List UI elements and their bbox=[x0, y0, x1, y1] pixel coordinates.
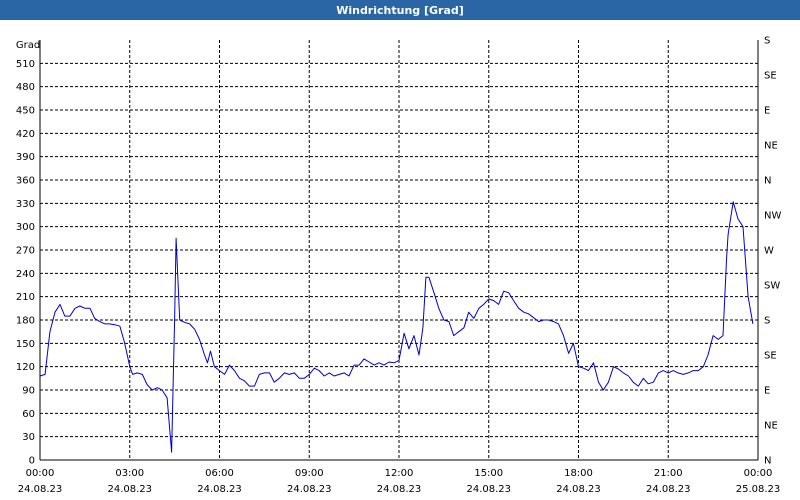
series-group bbox=[39, 201, 754, 453]
series-line-wind-direction bbox=[39, 201, 754, 453]
compass-tick-label: SE bbox=[764, 351, 777, 362]
y-tick-label: 330 bbox=[16, 199, 35, 210]
x-tick-date: 24.08.23 bbox=[287, 484, 332, 495]
x-tick-date: 24.08.23 bbox=[197, 484, 242, 495]
x-tick-time: 15:00 bbox=[474, 468, 503, 479]
x-tick-date: 24.08.23 bbox=[466, 484, 511, 495]
x-tick-time: 03:00 bbox=[115, 468, 144, 479]
y-tick-label: 390 bbox=[16, 152, 35, 163]
grid-lines bbox=[40, 40, 758, 460]
compass-tick-label: E bbox=[764, 106, 770, 117]
y-tick-label: 60 bbox=[22, 409, 35, 420]
y-tick-labels: 0 30 60 90 120 150 180 210 240 270 300 330 360 390 420… bbox=[16, 59, 35, 467]
x-tick-time: 21:00 bbox=[654, 468, 683, 479]
compass-tick-label: SE bbox=[764, 71, 777, 82]
x-tick-time: 00:00 bbox=[744, 468, 773, 479]
x-tick-labels: 00:00 24.08.23 03:00 24.08.23 06:00 24.08.23 0… bbox=[18, 468, 781, 495]
x-tick-time: 09:00 bbox=[295, 468, 324, 479]
x-tick-time: 18:00 bbox=[564, 468, 593, 479]
compass-tick-label: NE bbox=[764, 141, 778, 152]
y-tick-label: 270 bbox=[16, 246, 35, 257]
y-tick-label: 0 bbox=[29, 456, 35, 467]
y-tick-label: 420 bbox=[16, 129, 35, 140]
compass-tick-label: S bbox=[764, 316, 770, 327]
y-tick-label: 180 bbox=[16, 316, 35, 327]
y-tick-label: 480 bbox=[16, 82, 35, 93]
x-tick-date: 24.08.23 bbox=[556, 484, 601, 495]
compass-tick-label: NW bbox=[764, 211, 781, 222]
compass-tick-label: N bbox=[764, 456, 771, 467]
compass-tick-label: E bbox=[764, 386, 770, 397]
x-tick-date: 24.08.23 bbox=[646, 484, 691, 495]
x-tick-date: 24.08.23 bbox=[107, 484, 152, 495]
x-tick-date: 24.08.23 bbox=[18, 484, 63, 495]
y-axis-label: Grad bbox=[16, 40, 40, 51]
compass-tick-label: NE bbox=[764, 421, 778, 432]
compass-tick-label: SW bbox=[764, 281, 780, 292]
compass-tick-label: N bbox=[764, 176, 771, 187]
y-tick-label: 240 bbox=[16, 269, 35, 280]
y-tick-label: 450 bbox=[16, 106, 35, 117]
y-tick-label: 210 bbox=[16, 292, 35, 303]
x-tick-time: 12:00 bbox=[385, 468, 414, 479]
x-tick-date: 24.08.23 bbox=[377, 484, 422, 495]
compass-tick-label: S bbox=[764, 36, 770, 47]
y-tick-label: 30 bbox=[22, 432, 35, 443]
y-tick-label: 300 bbox=[16, 222, 35, 233]
y-tick-label: 150 bbox=[16, 339, 35, 350]
y-tick-label: 360 bbox=[16, 176, 35, 187]
compass-tick-labels: N NE E SE S SW W NW N NE E SE S bbox=[764, 36, 781, 467]
compass-tick-label: W bbox=[764, 246, 774, 257]
x-tick-time: 00:00 bbox=[26, 468, 55, 479]
x-tick-date: 25.08.23 bbox=[736, 484, 781, 495]
chart-window: Windrichtung [Grad] Grad 0 30 60 90 120 150 18… bbox=[0, 0, 800, 500]
y-tick-label: 120 bbox=[16, 362, 35, 373]
y-tick-label: 510 bbox=[16, 59, 35, 70]
wind-direction-chart: Grad 0 30 60 90 120 150 180 210 240 270 300 330 360 3… bbox=[16, 36, 782, 496]
x-tick-time: 06:00 bbox=[205, 468, 234, 479]
y-tick-label: 90 bbox=[22, 386, 35, 397]
